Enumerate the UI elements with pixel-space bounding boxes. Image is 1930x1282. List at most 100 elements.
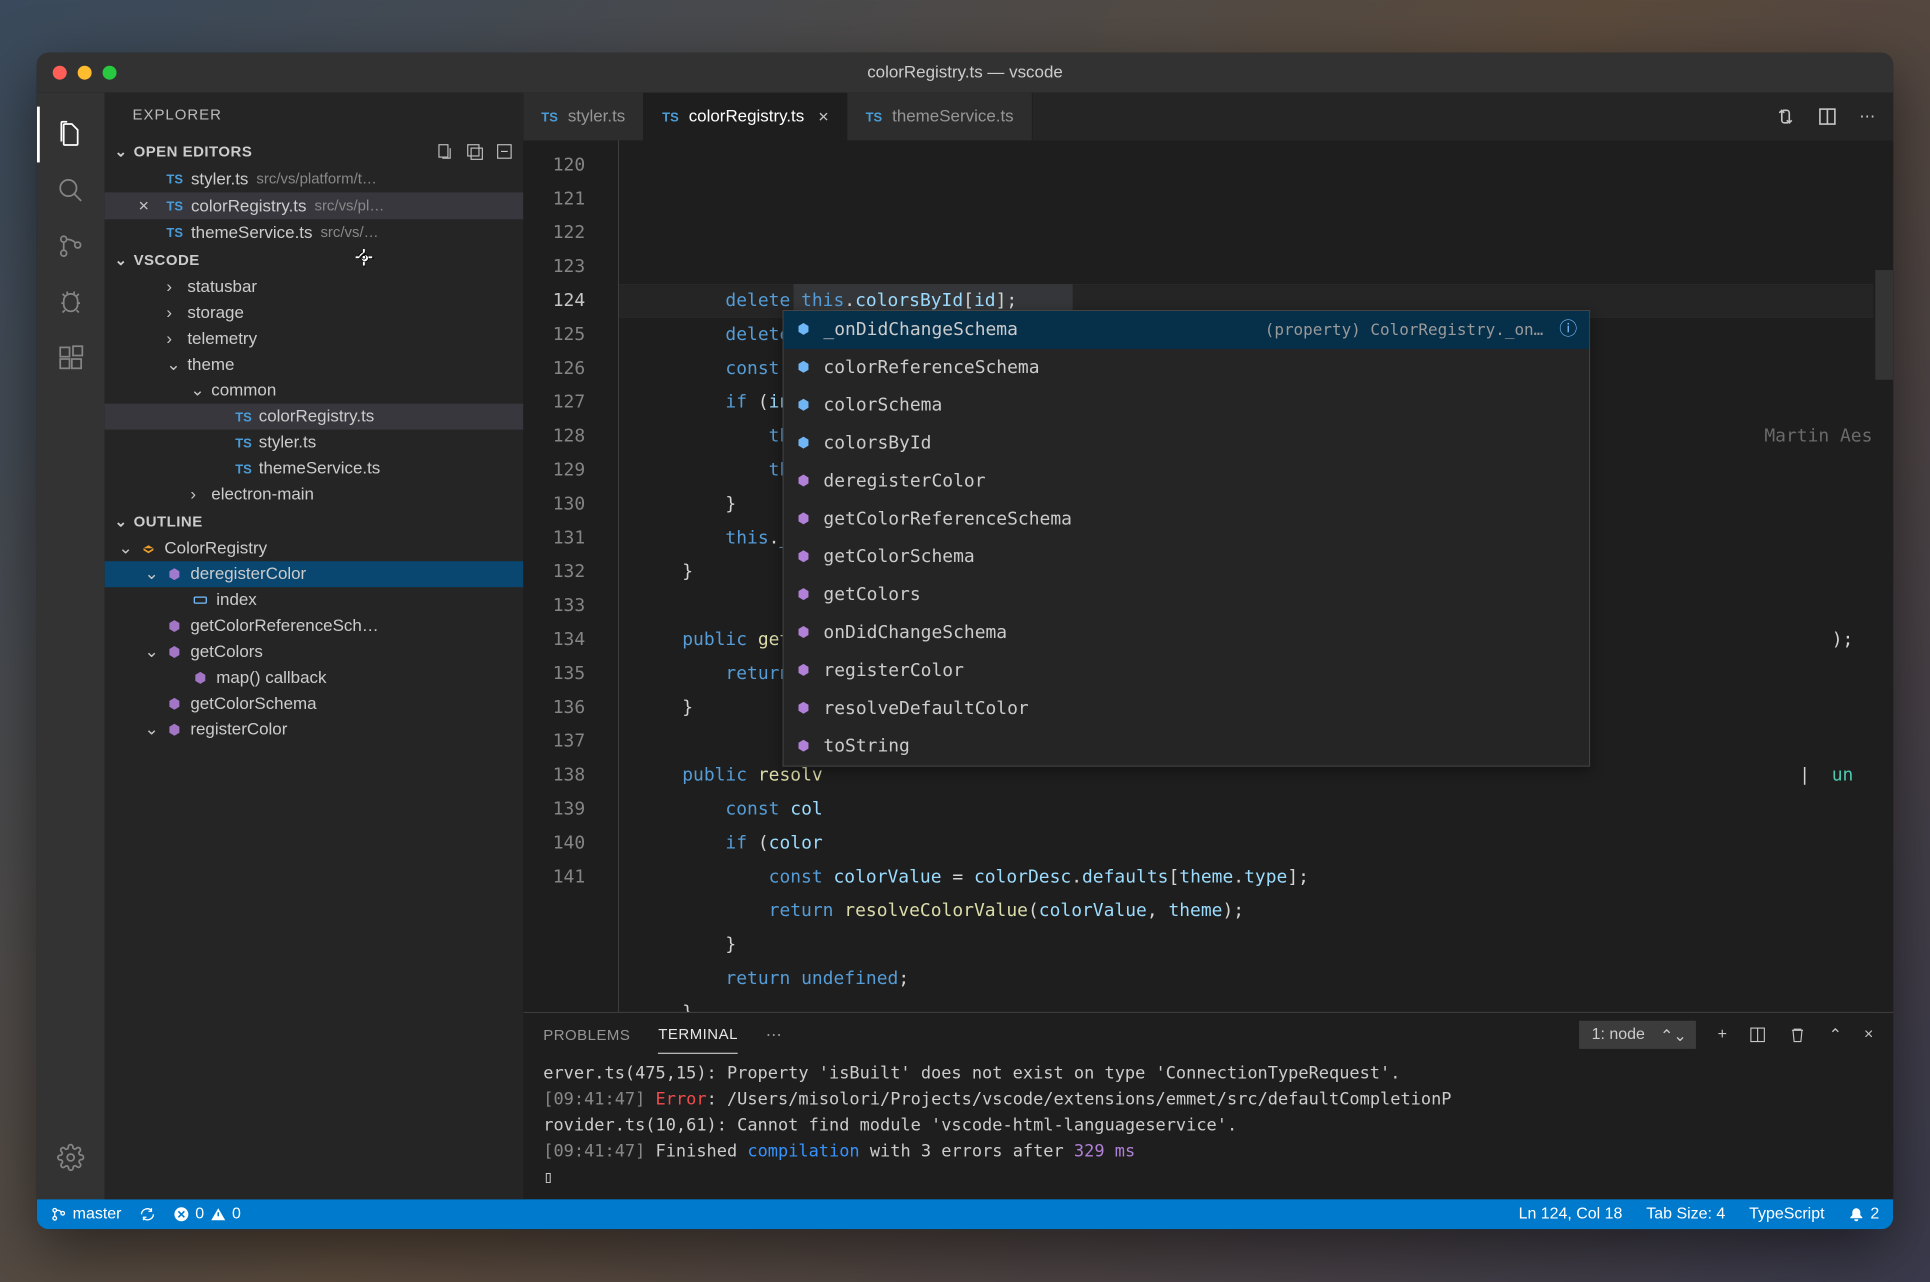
split-terminal-icon[interactable] [1749, 1026, 1767, 1044]
outline-item[interactable]: ⌄ColorRegistry [105, 535, 524, 561]
outline-item[interactable]: getColorSchema [105, 691, 524, 717]
suggest-item[interactable]: colorSchema [784, 387, 1590, 425]
tab-size[interactable]: Tab Size: 4 [1646, 1205, 1725, 1223]
field-icon [796, 359, 814, 377]
tree-item[interactable]: ⌄theme [105, 352, 524, 378]
tree-item-label: colorRegistry.ts [259, 407, 375, 427]
close-panel-icon[interactable]: × [1864, 1026, 1873, 1044]
settings-gear-icon[interactable] [37, 1130, 105, 1186]
close-icon[interactable]: × [138, 195, 158, 216]
outline-item[interactable]: ⌄registerColor [105, 717, 524, 743]
chevron-icon: › [190, 484, 204, 504]
suggest-item[interactable]: colorReferenceSchema [784, 349, 1590, 387]
tab[interactable]: TS styler.ts [523, 93, 644, 141]
git-branch[interactable]: master [51, 1205, 122, 1223]
new-terminal-icon[interactable]: + [1718, 1026, 1727, 1044]
tab[interactable]: TS colorRegistry.ts × [644, 93, 847, 141]
info-icon[interactable]: ⓘ [1559, 315, 1577, 345]
suggest-item[interactable]: _onDidChangeSchema(property) ColorRegist… [784, 311, 1590, 349]
tab-label: styler.ts [568, 107, 625, 127]
notifications[interactable]: 2 [1848, 1205, 1879, 1223]
workspace-label: VSCODE [134, 252, 200, 269]
source-control-icon[interactable] [37, 218, 105, 274]
outline-header[interactable]: ⌄ OUTLINE [105, 507, 524, 535]
close-icon[interactable]: × [818, 106, 828, 127]
kill-terminal-icon[interactable] [1789, 1026, 1807, 1044]
ts-file-icon: TS [166, 198, 183, 213]
maximize-window[interactable] [103, 66, 117, 80]
suggest-item[interactable]: registerColor [784, 652, 1590, 690]
suggest-item[interactable]: getColorReferenceSchema [784, 500, 1590, 538]
chevron-down-icon: ⌄ [115, 251, 128, 269]
tab-label: colorRegistry.ts [689, 107, 805, 127]
suggest-item[interactable]: getColors [784, 576, 1590, 614]
suggest-item[interactable]: onDidChangeSchema [784, 614, 1590, 652]
tree-item[interactable]: TScolorRegistry.ts [105, 404, 524, 430]
tab[interactable]: TS themeService.ts [848, 93, 1033, 141]
suggest-item[interactable]: getColorSchema [784, 538, 1590, 576]
sync-icon[interactable] [139, 1206, 155, 1222]
suggest-item[interactable]: colorsById [784, 425, 1590, 463]
extensions-icon[interactable] [37, 330, 105, 386]
compare-changes-icon[interactable] [1776, 107, 1796, 127]
code-editor[interactable]: 1201211221231241251261271281291301311321… [523, 141, 1893, 1012]
close-window[interactable] [53, 66, 67, 80]
tree-item[interactable]: ⌄common [105, 378, 524, 404]
suggest-item[interactable]: resolveDefaultColor [784, 690, 1590, 728]
tree-item[interactable]: ›statusbar [105, 274, 524, 300]
outline-label: index [216, 590, 257, 610]
tab-label: themeService.ts [892, 107, 1014, 127]
tree-item[interactable]: ›storage [105, 300, 524, 326]
outline-item[interactable]: map() callback [105, 665, 524, 691]
open-editors-header[interactable]: ⌄ OPEN EDITORS [105, 138, 524, 166]
save-all-icon[interactable] [466, 143, 484, 161]
tree-item[interactable]: TSstyler.ts [105, 430, 524, 456]
tree-item[interactable]: TSthemeService.ts [105, 456, 524, 482]
method-icon [796, 548, 814, 566]
class-symbol-icon [139, 539, 157, 557]
terminal-output[interactable]: erver.ts(475,15): Property 'isBuilt' doe… [523, 1057, 1893, 1200]
open-editor-item[interactable]: × TS styler.ts src/vs/platform/t… [105, 165, 524, 192]
outline-item[interactable]: ⌄getColors [105, 639, 524, 665]
method-icon [796, 510, 814, 528]
terminal-tab[interactable]: TERMINAL [658, 1016, 738, 1054]
search-icon[interactable] [37, 162, 105, 218]
suggest-item[interactable]: toString [784, 728, 1590, 766]
workspace-header[interactable]: ⌄ VSCODE [105, 246, 524, 274]
language-mode[interactable]: TypeScript [1749, 1205, 1824, 1223]
debug-icon[interactable] [37, 274, 105, 330]
tree-item[interactable]: ›electron-main [105, 481, 524, 507]
suggest-item[interactable]: deregisterColor [784, 463, 1590, 501]
chevron-icon: ⌄ [144, 642, 158, 662]
outline-item[interactable]: ⌄deregisterColor [105, 561, 524, 587]
outline-item[interactable]: index [105, 587, 524, 613]
new-file-icon[interactable] [436, 143, 454, 161]
problems-status[interactable]: 0 0 [173, 1205, 241, 1223]
sidebar-title: EXPLORER [105, 93, 524, 138]
open-editor-item[interactable]: × TS colorRegistry.ts src/vs/pl… [105, 192, 524, 219]
terminal-select[interactable]: 1: node⌃⌄ [1579, 1021, 1696, 1049]
more-icon[interactable]: ⋯ [1859, 107, 1875, 127]
collapse-all-icon[interactable] [495, 143, 513, 161]
maximize-panel-icon[interactable]: ⌃ [1829, 1025, 1842, 1045]
suggest-label: resolveDefaultColor [823, 694, 1028, 724]
explorer-icon[interactable] [37, 107, 105, 163]
outline-item[interactable]: getColorReferenceSch… [105, 613, 524, 639]
tree-item[interactable]: ›telemetry [105, 326, 524, 352]
split-editor-icon[interactable] [1817, 107, 1837, 127]
minimap-thumb[interactable] [1875, 270, 1893, 380]
minimize-window[interactable] [78, 66, 92, 80]
open-editor-item[interactable]: × TS themeService.ts src/vs/… [105, 219, 524, 246]
outline-label: OUTLINE [134, 513, 203, 530]
cursor-position[interactable]: Ln 124, Col 18 [1519, 1205, 1623, 1223]
problems-tab[interactable]: PROBLEMS [543, 1016, 630, 1053]
suggest-widget[interactable]: _onDidChangeSchema(property) ColorRegist… [783, 310, 1591, 767]
ts-file-icon: TS [662, 109, 679, 124]
chevron-icon: › [166, 277, 180, 297]
more-icon[interactable]: ⋯ [766, 1025, 782, 1045]
method-symbol-icon [165, 695, 183, 713]
minimap[interactable] [1873, 141, 1893, 1012]
ts-file-icon: TS [166, 171, 183, 186]
method-icon [796, 738, 814, 756]
chevron-icon: ⌄ [144, 720, 158, 740]
